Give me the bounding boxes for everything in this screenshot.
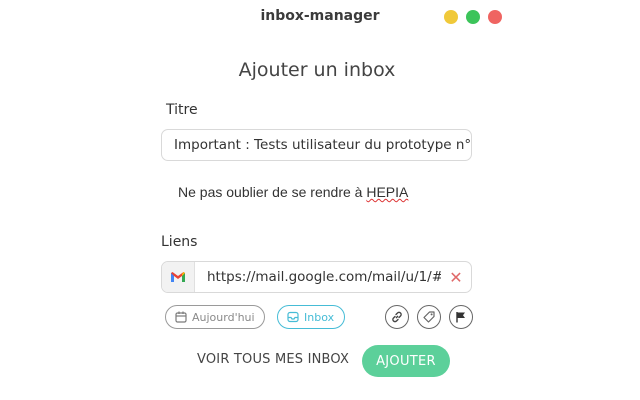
link-icon [392,311,402,323]
view-all-inbox-button[interactable]: VOIR TOUS MES INBOX [197,352,349,367]
inbox-chip-label: Inbox [304,310,335,324]
links-label: Liens [161,234,198,250]
flag-button[interactable] [449,305,473,329]
add-tag-button[interactable] [417,305,441,329]
gmail-icon [162,262,195,292]
note-text-prefix: Ne pas oublier de se rendre à [178,184,367,200]
link-url-input[interactable]: https://mail.google.com/mail/u/1/# [195,269,441,285]
minimize-button[interactable] [444,10,458,24]
title-label: Titre [166,102,198,118]
add-link-button[interactable] [385,305,409,329]
calendar-icon [175,311,187,323]
flag-icon [456,312,465,323]
window-title: inbox-manager [260,8,380,24]
date-chip-label: Aujourd'hui [192,310,255,324]
note-text[interactable]: Ne pas oublier de se rendre à HEPIA [178,184,408,200]
inbox-icon [287,311,299,323]
date-chip[interactable]: Aujourd'hui [165,305,265,329]
close-button[interactable] [488,10,502,24]
page-title: Ajouter un inbox [238,59,396,81]
add-button[interactable]: AJOUTER [362,345,450,377]
link-field[interactable]: https://mail.google.com/mail/u/1/# ✕ [161,261,472,293]
clear-link-icon[interactable]: ✕ [441,268,471,287]
tag-icon [423,311,435,323]
note-text-misspelled-word: HEPIA [366,184,409,200]
inbox-chip[interactable]: Inbox [277,305,345,329]
title-input[interactable]: Important : Tests utilisateur du prototy… [161,129,472,161]
maximize-button[interactable] [466,10,480,24]
